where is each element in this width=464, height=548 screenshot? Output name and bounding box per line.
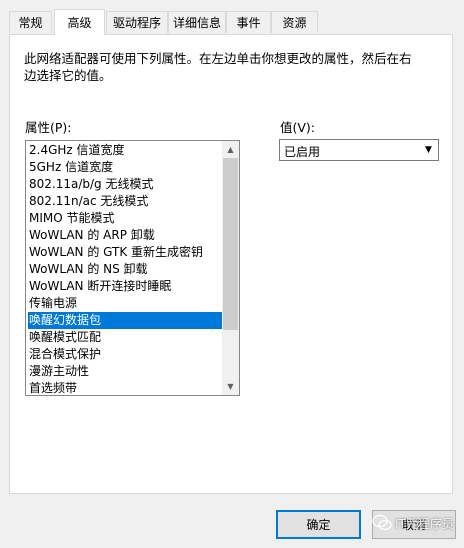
tab-label: 事件 — [236, 16, 261, 30]
list-item[interactable]: WoWLAN 的 ARP 卸载 — [28, 227, 222, 244]
tab-events[interactable]: 事件 — [226, 11, 271, 33]
value-dropdown[interactable]: 已启用 ▼ — [279, 139, 439, 161]
tab-strip: 常规 高级 驱动程序 详细信息 事件 资源 — [0, 0, 464, 35]
list-item-selected[interactable]: 唤醒幻数据包 — [28, 312, 222, 329]
scroll-thumb[interactable] — [223, 158, 238, 330]
description-text: 此网络适配器可使用下列属性。在左边单击你想更改的属性，然后在右边选择它的值。 — [24, 51, 412, 83]
list-item[interactable]: MIMO 节能模式 — [28, 210, 222, 227]
list-item[interactable]: 漫游主动性 — [28, 363, 222, 380]
list-item[interactable]: 首选频带 — [28, 380, 222, 395]
value-dropdown-selected: 已启用 — [284, 145, 321, 159]
property-list[interactable]: 2.4GHz 信道宽度 5GHz 信道宽度 802.11a/b/g 无线模式 8… — [25, 140, 240, 396]
list-item[interactable]: 唤醒模式匹配 — [28, 329, 222, 346]
tab-resources[interactable]: 资源 — [271, 11, 318, 33]
list-item[interactable]: 传输电源 — [28, 295, 222, 312]
list-item[interactable]: 802.11n/ac 无线模式 — [28, 193, 222, 210]
scroll-up-icon[interactable]: ▲ — [222, 141, 239, 158]
tab-driver[interactable]: 驱动程序 — [106, 11, 168, 33]
list-item[interactable]: WoWLAN 断开连接时睡眠 — [28, 278, 222, 295]
tab-label: 常规 — [18, 16, 43, 30]
property-label: 属性(P): — [25, 120, 72, 135]
tab-label: 高级 — [67, 16, 92, 30]
list-item[interactable]: WoWLAN 的 NS 卸载 — [28, 261, 222, 278]
ok-button[interactable]: 确定 — [276, 510, 361, 539]
watermark-text: IT咒程序员 — [395, 516, 454, 531]
list-scrollbar[interactable]: ▲ ▼ — [222, 141, 239, 395]
ok-button-label: 确定 — [306, 518, 331, 532]
tab-label: 资源 — [282, 16, 307, 30]
list-item[interactable]: 混合模式保护 — [28, 346, 222, 363]
tab-general[interactable]: 常规 — [9, 11, 52, 33]
wechat-icon — [372, 514, 392, 531]
value-label: 值(V): — [280, 120, 316, 135]
tab-details[interactable]: 详细信息 — [168, 11, 226, 33]
tab-label: 详细信息 — [172, 16, 221, 30]
list-item[interactable]: WoWLAN 的 GTK 重新生成密钥 — [28, 244, 222, 261]
watermark: IT咒程序员 — [372, 514, 454, 532]
tab-advanced[interactable]: 高级 — [54, 9, 105, 35]
tab-label: 驱动程序 — [112, 16, 161, 30]
chevron-down-icon[interactable]: ▼ — [420, 141, 437, 159]
scroll-down-icon[interactable]: ▼ — [222, 378, 239, 395]
list-item[interactable]: 802.11a/b/g 无线模式 — [28, 176, 222, 193]
list-item[interactable]: 2.4GHz 信道宽度 — [28, 142, 222, 159]
list-item[interactable]: 5GHz 信道宽度 — [28, 159, 222, 176]
